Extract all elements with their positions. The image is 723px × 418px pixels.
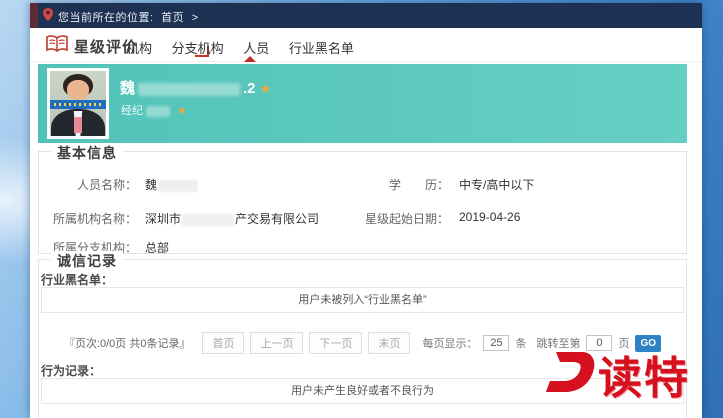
per-page-label: 每页显示： <box>422 335 477 351</box>
role-star-icon: ★ <box>177 105 187 117</box>
star-icon: ★ <box>260 81 272 96</box>
blacklist-label: 行业黑名单： <box>41 271 113 288</box>
breadcrumb: 您当前所在的位置: 首页 > <box>58 9 203 25</box>
credit-record-section: 诚信记录 行业黑名单： 用户未被列入“行业黑名单” 『页次:0/0页 共0条记录… <box>38 259 687 418</box>
brand-book-icon <box>46 35 68 58</box>
behavior-label: 行为记录： <box>41 362 101 379</box>
profile-surname: 魏 <box>120 80 135 97</box>
tab-hangye-heimingdan[interactable]: 行业黑名单 <box>289 38 354 57</box>
breadcrumb-arrow: > <box>192 12 199 24</box>
behavior-message: 用户未产生良好或者不良行为 <box>41 378 684 404</box>
per-page-input[interactable] <box>483 335 509 351</box>
person-name-value: 魏 <box>145 176 199 193</box>
active-tab-indicator <box>244 56 256 62</box>
branch-value: 总部 <box>145 239 169 256</box>
tab-fenzhi-jigou[interactable]: 分支机构 <box>172 38 224 57</box>
profile-name: 魏 .2 ★ <box>120 77 271 98</box>
name-redaction-blur <box>138 83 240 96</box>
profile-photo-image <box>50 71 106 136</box>
star-start-date-label: 星级起始日期： <box>345 210 449 227</box>
org-name-label: 所属机构名称： <box>41 210 137 227</box>
role-redaction-blur <box>146 106 170 117</box>
breadcrumb-bar: 您当前所在的位置: 首页 > <box>30 3 702 28</box>
pagination-summary: 『页次:0/0页 共0条记录』 <box>64 335 191 351</box>
first-page-button[interactable]: 首页 <box>202 332 244 354</box>
profile-role: 经纪 ★ <box>121 102 187 118</box>
star-start-date-value: 2019-04-26 <box>459 210 520 224</box>
org-name-value: 深圳市产交易有限公司 <box>145 210 319 227</box>
next-page-button[interactable]: 下一页 <box>309 332 362 354</box>
jump-unit: 页 <box>618 335 629 351</box>
education-label: 学 历： <box>345 176 449 193</box>
blacklist-message: 用户未被列入“行业黑名单” <box>41 287 684 313</box>
jump-label: 跳转至第 <box>536 335 580 351</box>
tab-jigou[interactable]: 机构 <box>126 38 152 57</box>
org-name-redaction <box>182 214 234 226</box>
location-pin-icon <box>43 8 53 26</box>
breadcrumb-label: 您当前所在的位置: <box>58 12 154 24</box>
brand[interactable]: 星级评价 <box>46 35 138 58</box>
person-name-redaction <box>158 180 198 192</box>
last-page-button[interactable]: 末页 <box>368 332 410 354</box>
profile-photo <box>47 68 109 139</box>
credit-record-title: 诚信记录 <box>51 251 123 271</box>
nav-bar: 星级评价 机构 分支机构 人员 行业黑名单 <box>30 28 702 62</box>
education-value: 中专/高中以下 <box>459 176 534 193</box>
basic-info-section: 基本信息 人员名称： 魏 学 历： 中专/高中以下 所属机构名称： 深圳市产交易… <box>38 151 687 254</box>
topbar-left-accent <box>30 3 38 28</box>
per-page-unit: 条 <box>515 335 526 351</box>
basic-info-title: 基本信息 <box>51 143 123 163</box>
tab-renyuan[interactable]: 人员 <box>243 38 269 57</box>
prev-page-button[interactable]: 上一页 <box>250 332 303 354</box>
jump-page-input[interactable] <box>586 335 612 351</box>
profile-role-label: 经纪 <box>121 105 143 117</box>
breadcrumb-home-link[interactable]: 首页 <box>161 12 184 24</box>
main-page-card: 您当前所在的位置: 首页 > 星级评价 机构 分支机构 人员 行业黑名单 <box>30 3 702 418</box>
pagination-bar: 『页次:0/0页 共0条记录』 首页 上一页 下一页 末页 每页显示： 条 跳转… <box>39 332 686 354</box>
nav-tabs: 机构 分支机构 人员 行业黑名单 <box>126 38 370 57</box>
profile-banner: 魏 .2 ★ 经纪 ★ <box>38 64 687 143</box>
go-button[interactable]: GO <box>635 335 661 352</box>
person-name-label: 人员名称： <box>41 176 137 193</box>
profile-rating-suffix: .2 <box>243 80 256 97</box>
